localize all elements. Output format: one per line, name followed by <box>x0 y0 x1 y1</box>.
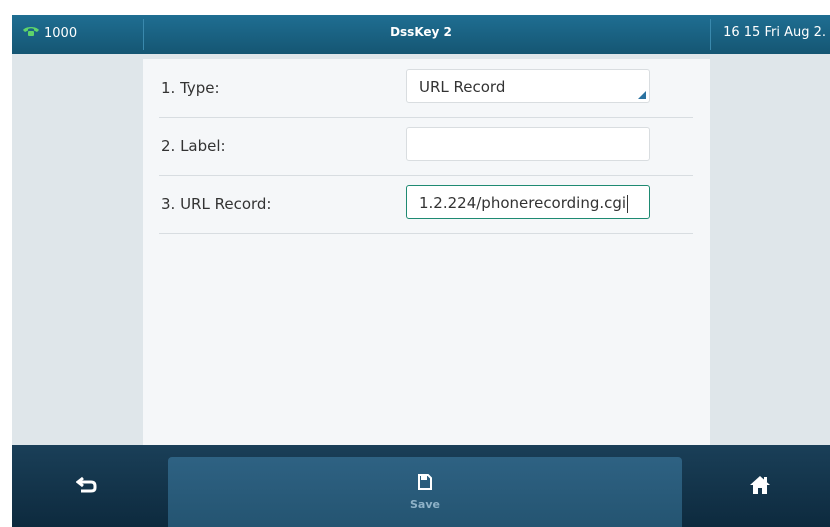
save-button[interactable]: Save <box>168 457 682 527</box>
phone-screen: 1000 DssKey 2 16 15 Fri Aug 2. 1. Type: … <box>12 15 830 527</box>
type-select[interactable]: URL Record <box>406 69 650 103</box>
back-button[interactable] <box>52 467 122 507</box>
label-row[interactable]: 2. Label: <box>159 117 693 176</box>
save-label: Save <box>410 497 440 511</box>
settings-panel: 1. Type: URL Record 2. Label: 3. URL Rec… <box>143 59 710 445</box>
status-divider <box>710 19 711 50</box>
url-record-input[interactable]: 1.2.224/phonerecording.cgi <box>406 185 650 219</box>
date-time: 16 15 Fri Aug 2. <box>723 25 826 40</box>
softkey-bar: Save <box>12 445 830 527</box>
floppy-disk-icon <box>418 473 432 494</box>
home-icon <box>749 475 771 499</box>
page-title: DssKey 2 <box>390 25 452 39</box>
type-value: URL Record <box>419 78 506 96</box>
home-button[interactable] <box>725 467 795 507</box>
label-input[interactable] <box>406 127 650 161</box>
dropdown-corner-icon <box>638 91 646 99</box>
url-record-value: 1.2.224/phonerecording.cgi <box>419 194 627 212</box>
right-side-panel <box>710 59 830 445</box>
text-cursor <box>627 194 629 213</box>
url-record-row[interactable]: 3. URL Record: 1.2.224/phonerecording.cg… <box>159 175 693 234</box>
label-label: 2. Label: <box>161 137 226 155</box>
url-record-label: 3. URL Record: <box>161 195 272 213</box>
type-label: 1. Type: <box>161 79 220 97</box>
back-arrow-icon <box>75 476 98 498</box>
left-side-panel <box>12 59 131 445</box>
type-row[interactable]: 1. Type: URL Record <box>159 59 693 118</box>
status-bar: 1000 DssKey 2 16 15 Fri Aug 2. <box>12 15 830 54</box>
